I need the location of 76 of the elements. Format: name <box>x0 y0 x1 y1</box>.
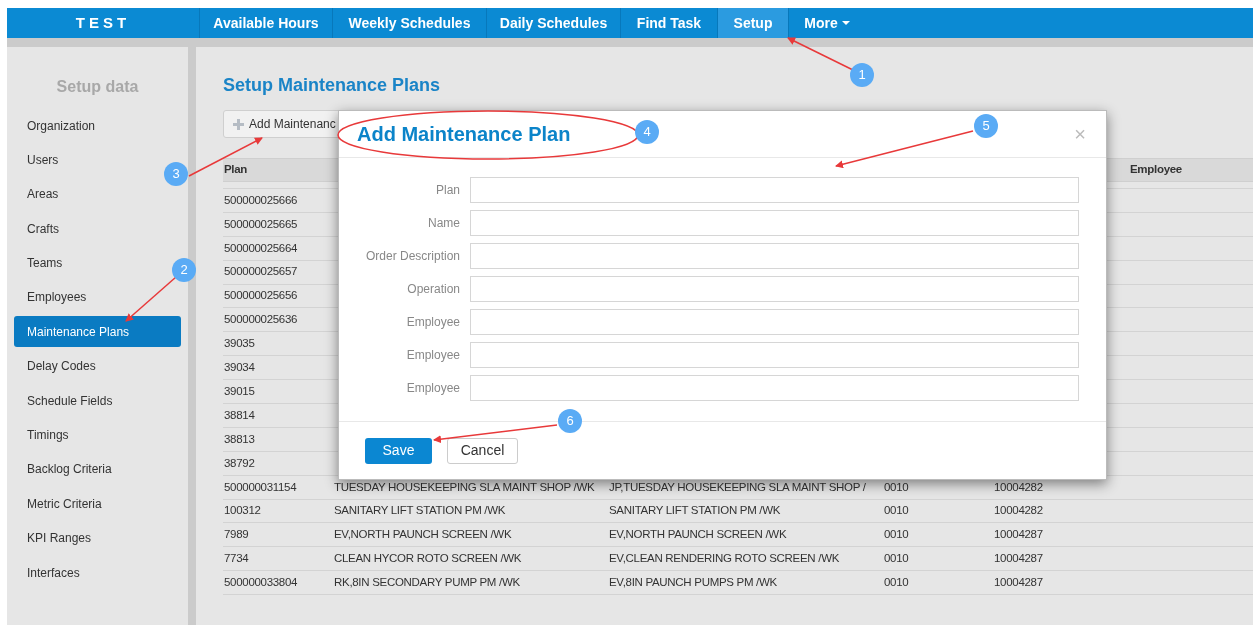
table-cell: EV,CLEAN RENDERING ROTO SCREEN /WK <box>608 552 840 565</box>
table-cell: SANITARY LIFT STATION PM /WK <box>333 504 506 517</box>
field-label: Name <box>427 215 460 232</box>
table-cell: 10004287 <box>993 528 1043 541</box>
table-cell: EV,NORTH PAUNCH SCREEN /WK <box>608 528 787 541</box>
annotation-arrow <box>125 276 177 322</box>
table-cell: 0010 <box>883 552 909 565</box>
table-cell: 38792 <box>223 456 255 469</box>
cancel-button[interactable]: Cancel <box>447 437 518 464</box>
table-cell: 39034 <box>223 361 255 374</box>
field-label: Operation <box>406 281 460 298</box>
sidebar-item[interactable]: Schedule Fields <box>27 385 113 417</box>
table-cell: EV,NORTH PAUNCH SCREEN /WK <box>333 528 512 541</box>
table-cell: 500000025656 <box>223 289 298 302</box>
sidebar-item[interactable]: Interfaces <box>27 557 80 589</box>
field-label: Employee <box>405 380 460 397</box>
table-cell: 7989 <box>223 528 249 541</box>
input-field[interactable] <box>470 210 1079 236</box>
field-label: Plan <box>434 182 460 199</box>
table-cell: 10004282 <box>993 504 1043 517</box>
table-cell: 10004287 <box>993 576 1043 589</box>
table-cell: 500000031154 <box>223 480 297 493</box>
sidebar-item[interactable]: Users <box>27 144 59 176</box>
sidebar-item[interactable]: Backlog Criteria <box>27 453 112 485</box>
table-cell: 500000025657 <box>223 265 298 278</box>
sidebar-item[interactable]: Crafts <box>27 213 59 245</box>
table-cell: 7734 <box>223 552 249 565</box>
field-label: Employee <box>405 314 460 331</box>
column-header: Employee <box>1129 163 1182 176</box>
table-cell: EV,8IN PAUNCH PUMPS PM /WK <box>608 576 777 589</box>
table-cell: 10004282 <box>993 480 1043 493</box>
sidebar-item[interactable]: Maintenance Plans <box>14 316 181 348</box>
input-field[interactable] <box>470 342 1079 368</box>
table-cell: CLEAN HYCOR ROTO SCREEN /WK <box>333 552 522 565</box>
table-cell: 500000025664 <box>223 241 298 254</box>
input-field[interactable] <box>470 243 1079 269</box>
sidebar-item[interactable]: Areas <box>27 178 59 210</box>
column-header: Plan <box>223 163 248 176</box>
table-cell: 0010 <box>883 480 909 493</box>
table-cell: RK,8IN SECONDARY PUMP PM /WK <box>333 576 520 589</box>
table-cell: 500000025666 <box>223 193 298 206</box>
field-label: Employee <box>405 347 460 364</box>
sidebar-item[interactable]: Metric Criteria <box>27 488 102 520</box>
table-cell: 10004287 <box>993 552 1043 565</box>
sidebar-item[interactable]: KPI Ranges <box>27 522 92 554</box>
table-cell: 39035 <box>223 337 255 350</box>
table-cell: 38813 <box>223 432 255 445</box>
sidebar-item[interactable]: Timings <box>27 419 69 451</box>
table-cell: 39015 <box>223 384 255 397</box>
brand-logo[interactable]: TEST <box>75 11 131 35</box>
sidebar-item[interactable]: Delay Codes <box>27 350 96 382</box>
table-cell: 500000025665 <box>223 217 298 230</box>
plus-icon <box>233 118 244 130</box>
sidebar-item[interactable]: Teams <box>27 247 63 279</box>
sidebar-item[interactable]: Employees <box>27 281 87 313</box>
caret-icon <box>841 21 850 25</box>
table-cell: 0010 <box>883 576 909 589</box>
table-cell: 0010 <box>883 504 909 517</box>
annotation-arrow <box>787 37 854 71</box>
sidebar-item[interactable]: Organization <box>27 110 96 141</box>
table-cell: JP,TUESDAY HOUSEKEEPING SLA MAINT SHOP / <box>608 480 866 493</box>
input-field[interactable] <box>470 177 1079 203</box>
input-field[interactable] <box>470 309 1079 335</box>
input-field[interactable] <box>470 276 1079 302</box>
input-field[interactable] <box>470 375 1079 401</box>
save-button[interactable]: Save <box>365 437 432 464</box>
table-cell: 500000033804 <box>223 576 298 589</box>
table-cell: 500000025636 <box>223 313 298 326</box>
table-cell: 100312 <box>223 504 261 517</box>
table-cell: 38814 <box>223 408 255 421</box>
table-cell: SANITARY LIFT STATION PM /WK <box>608 504 781 517</box>
table-cell: TUESDAY HOUSEKEEPING SLA MAINT SHOP /WK <box>333 480 595 493</box>
table-cell: 0010 <box>883 528 909 541</box>
field-label: Order Description <box>364 248 460 265</box>
page-title: Setup Maintenance Plans <box>223 73 441 97</box>
sidebar-title: Setup data <box>56 76 139 97</box>
